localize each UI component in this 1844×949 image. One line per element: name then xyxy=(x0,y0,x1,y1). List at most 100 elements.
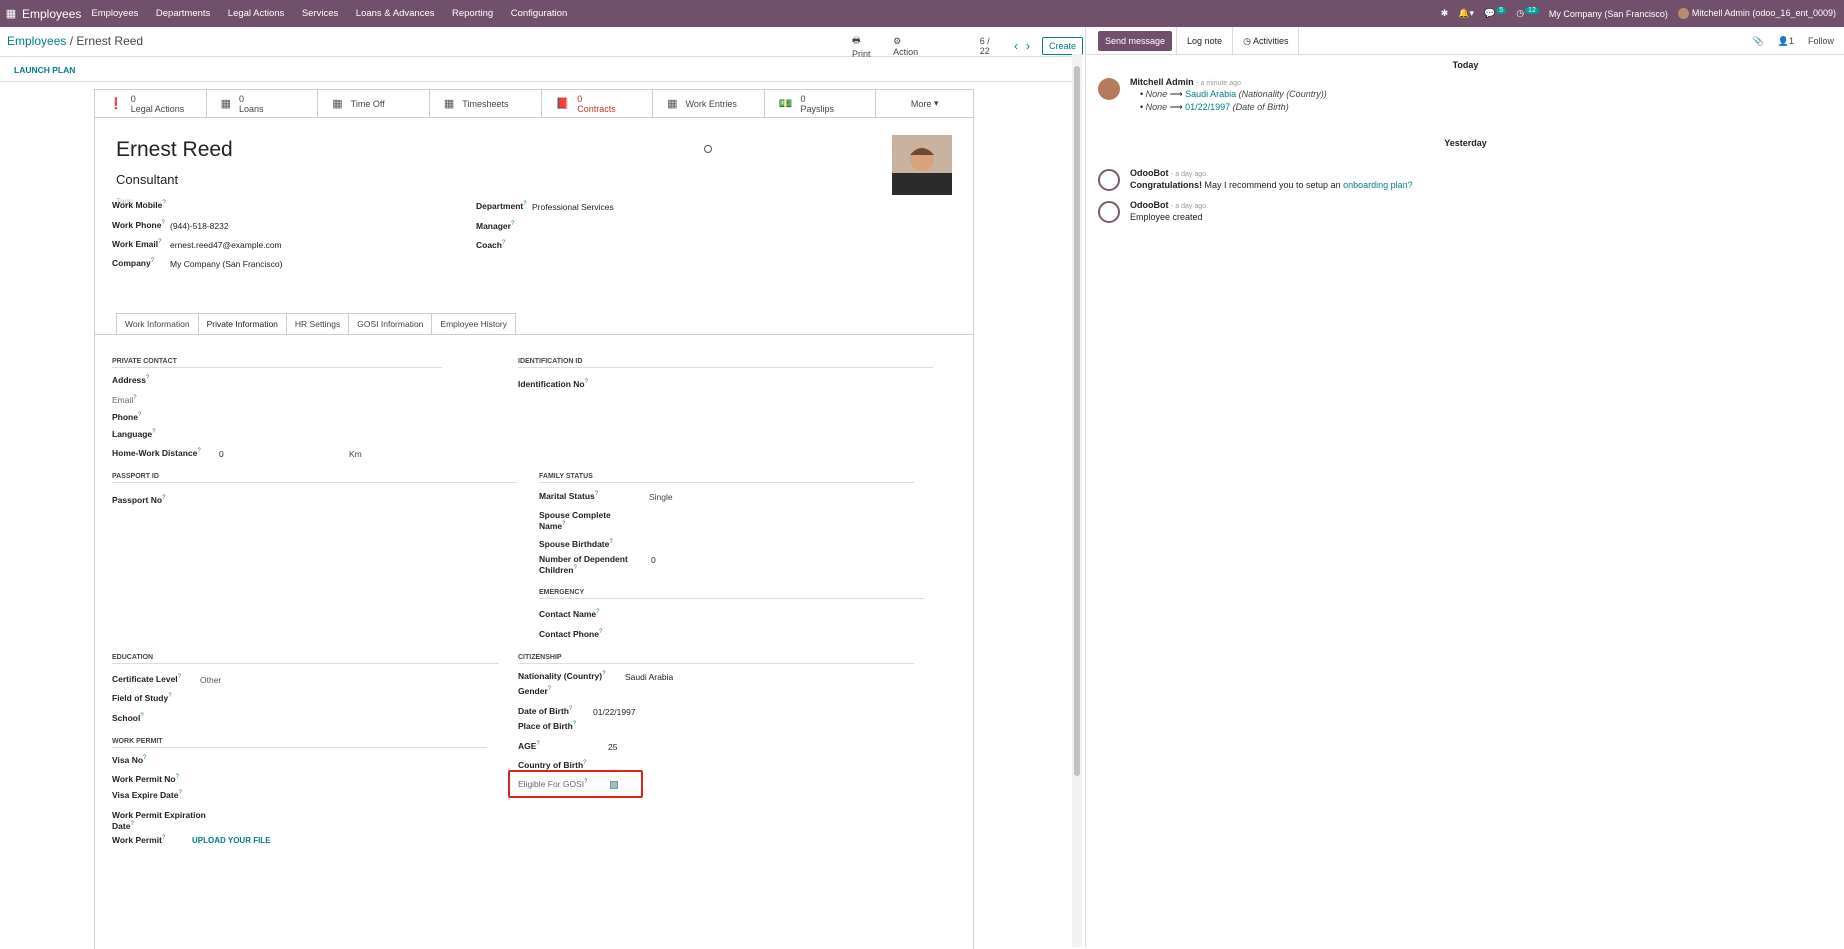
arrow-right-icon: ⟶ xyxy=(1169,102,1183,112)
dependent-children-field[interactable]: 0 xyxy=(651,555,656,565)
menu-departments[interactable]: Departments xyxy=(156,8,210,19)
nationality-field[interactable]: Saudi Arabia xyxy=(625,672,673,682)
spouse-name-label-line1: Spouse Complete xyxy=(539,510,611,520)
calendar-icon: ▦ xyxy=(443,98,455,110)
message-author[interactable]: OdooBot xyxy=(1130,168,1169,178)
top-navbar: ▦ Employees Employees Departments Legal … xyxy=(0,0,1844,27)
job-title[interactable]: Consultant xyxy=(116,172,178,187)
person-icon: 👤 xyxy=(1777,36,1789,46)
smart-loans[interactable]: ▦ 0 Loans xyxy=(207,90,319,117)
work-email-label: Work Email? xyxy=(112,239,162,249)
department-field[interactable]: Professional Services xyxy=(532,202,614,212)
smart-time-off[interactable]: ▦ Time Off xyxy=(318,90,430,117)
activities-button[interactable]: ◷ Activities xyxy=(1233,26,1300,55)
pager-next-icon[interactable]: › xyxy=(1026,39,1030,53)
chat-icon[interactable]: 💬 5 xyxy=(1484,7,1507,19)
tab-hr-settings[interactable]: HR Settings xyxy=(285,313,350,335)
field-of-study-label: Field of Study? xyxy=(112,693,172,703)
arrow-right-icon: ⟶ xyxy=(1169,89,1183,99)
user-menu[interactable]: Mitchell Admin (odoo_16_ent_0009) xyxy=(1677,8,1836,20)
employee-name[interactable]: Ernest Reed xyxy=(116,138,233,162)
clock-icon: ◷ xyxy=(1243,35,1251,46)
activities-label: Activities xyxy=(1252,35,1289,46)
address-label: Address? xyxy=(112,375,150,385)
pager-prev-icon[interactable]: ‹ xyxy=(1014,39,1018,53)
wp-expiration-label-line1: Work Permit Expiration xyxy=(112,810,206,820)
tab-employee-history[interactable]: Employee History xyxy=(431,313,517,335)
clock-badge: 12 xyxy=(1525,7,1539,14)
certificate-level-field[interactable]: Other xyxy=(200,675,221,685)
message-author[interactable]: OdooBot xyxy=(1130,200,1169,210)
message-author[interactable]: Mitchell Admin xyxy=(1130,77,1194,87)
work-entries-label: Work Entries xyxy=(685,98,737,109)
menu-reporting[interactable]: Reporting xyxy=(452,8,493,19)
log-note-button[interactable]: Log note xyxy=(1176,26,1234,55)
marital-status-field[interactable]: Single xyxy=(649,492,673,502)
menu-legal-actions[interactable]: Legal Actions xyxy=(228,8,285,19)
menu-loans-advances[interactable]: Loans & Advances xyxy=(356,8,435,19)
smart-timesheets[interactable]: ▦ Timesheets xyxy=(430,90,542,117)
menu-configuration[interactable]: Configuration xyxy=(511,8,568,19)
dob-field[interactable]: 01/22/1997 xyxy=(593,707,636,717)
calendar-icon: ▦ xyxy=(667,98,678,110)
message-time: - a minute ago xyxy=(1196,80,1241,87)
message-time: - a day ago xyxy=(1171,171,1207,178)
tab-work-information[interactable]: Work Information xyxy=(116,313,199,335)
company-field[interactable]: My Company (San Francisco) xyxy=(170,259,282,269)
control-panel: Employees / Ernest Reed 🖶 Print ⚙ Action… xyxy=(0,27,1083,59)
apps-menu-icon[interactable]: ▦ xyxy=(0,7,22,20)
time-off-label: Time Off xyxy=(350,98,385,109)
smart-work-entries[interactable]: ▦ Work Entries xyxy=(653,90,765,117)
smart-more[interactable]: More ▾ xyxy=(876,90,973,117)
breadcrumb-employees[interactable]: Employees xyxy=(7,34,66,48)
work-phone-field[interactable]: (944)-518-8232 xyxy=(170,221,229,231)
clock-icon[interactable]: ◷ 12 xyxy=(1516,7,1539,19)
gender-label: Gender? xyxy=(518,686,552,696)
smart-payslips[interactable]: 💵 0 Payslips xyxy=(765,90,877,117)
smart-legal-actions[interactable]: ❗ 0 Legal Actions xyxy=(95,90,207,117)
bug-icon[interactable]: ✱ xyxy=(1441,8,1449,19)
book-icon: 📕 xyxy=(555,98,570,110)
menu-services[interactable]: Services xyxy=(302,8,338,19)
status-bar: LAUNCH PLAN xyxy=(0,58,1083,82)
pager-value[interactable]: 6 / 22 xyxy=(980,36,1002,56)
employee-photo[interactable] xyxy=(892,135,952,195)
caret-down-icon: ▾ xyxy=(933,98,939,108)
age-field[interactable]: 25 xyxy=(608,742,617,752)
wp-expiration-label: Date? xyxy=(112,821,134,831)
work-email-field[interactable]: ernest.reed47@example.com xyxy=(170,240,282,250)
scrollbar-thumb[interactable] xyxy=(1074,66,1080,776)
age-label: AGE? xyxy=(518,741,540,751)
launch-plan-button[interactable]: LAUNCH PLAN xyxy=(14,65,75,75)
bell-icon[interactable]: 🔔▾ xyxy=(1458,8,1474,19)
send-message-button[interactable]: Send message xyxy=(1098,30,1173,51)
message-mitchell: Mitchell Admin - a minute ago • None ⟶ S… xyxy=(1098,77,1838,117)
smart-contracts[interactable]: 📕 0 Contracts xyxy=(542,90,654,117)
menu-employees[interactable]: Employees xyxy=(91,8,138,19)
mitchell-avatar xyxy=(1098,78,1120,100)
paperclip-icon[interactable]: 📎 xyxy=(1753,36,1764,47)
day-separator-yesterday: Yesterday xyxy=(1444,138,1487,148)
form-scrollbar[interactable] xyxy=(1072,54,1082,947)
create-button[interactable]: Create xyxy=(1041,37,1083,55)
onboarding-plan-link[interactable]: onboarding plan? xyxy=(1343,180,1413,190)
upload-file-button[interactable]: UPLOAD YOUR FILE xyxy=(192,836,271,845)
contracts-count: 0 xyxy=(577,93,583,104)
followers-button[interactable]: 👤1 xyxy=(1778,36,1794,47)
company-label: Company? xyxy=(112,258,155,268)
spouse-name-label: Name? xyxy=(539,521,566,531)
tab-private-information[interactable]: Private Information xyxy=(197,313,287,335)
main-menu: Employees Departments Legal Actions Serv… xyxy=(91,8,582,19)
calendar-icon: ▦ xyxy=(332,98,343,110)
work-mobile-label: Work Mobile? xyxy=(112,200,166,210)
print-button[interactable]: 🖶 Print xyxy=(852,33,881,59)
action-button[interactable]: ⚙ Action xyxy=(893,36,928,57)
follow-button[interactable]: Follow xyxy=(1808,36,1834,47)
visa-expire-date-label: Visa Expire Date? xyxy=(112,790,182,800)
company-switcher[interactable]: My Company (San Francisco) xyxy=(1549,9,1668,19)
app-name[interactable]: Employees xyxy=(22,7,81,21)
home-work-distance-field[interactable]: 0 xyxy=(219,449,224,459)
identification-heading: IDENTIFICATION ID xyxy=(518,358,933,368)
form-sheet: ❗ 0 Legal Actions ▦ 0 Loans ▦ Time Off ▦ Times… xyxy=(94,89,974,949)
tab-gosi-information[interactable]: GOSI Information xyxy=(348,313,433,335)
